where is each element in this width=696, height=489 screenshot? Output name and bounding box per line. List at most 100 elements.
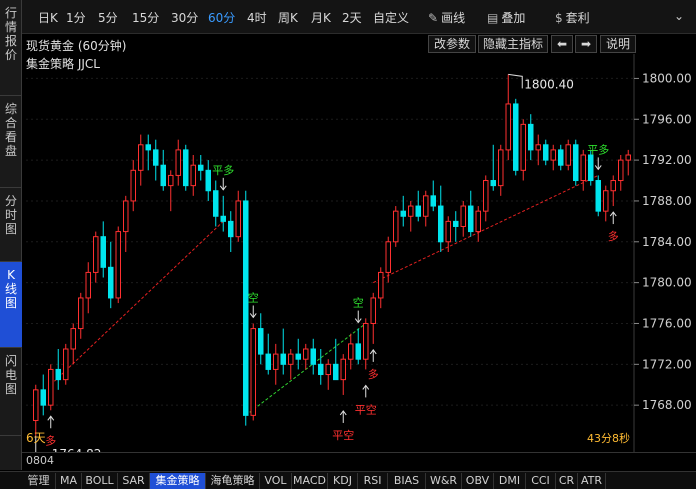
price-tick-label: 1788.00 [642,194,692,208]
indicator-tab-9[interactable]: RSI [358,473,388,489]
candle-body [550,149,556,161]
candle-body [265,353,271,370]
period-9[interactable]: 2天 [342,9,362,26]
money-bag-icon: $ [555,11,563,25]
edit-params-button[interactable]: 改参数 [428,35,476,53]
candle-body [288,353,294,365]
layers-icon: ▤ [487,11,499,25]
period-1[interactable]: 1分 [66,9,86,26]
period-3[interactable]: 15分 [132,9,159,26]
sidebar-tab-0[interactable]: 行情报价 [0,0,22,96]
indicator-tab-4[interactable]: 集金策略 [150,473,206,489]
period-6[interactable]: 4时 [247,9,267,26]
candle-body [483,180,489,212]
candle-body [558,149,564,166]
arbitrage-button[interactable]: $ 套利 [555,9,590,26]
indicator-tab-5[interactable]: 海龟策略 [206,473,260,489]
candle-body [468,205,474,233]
candle-body [490,180,496,187]
candle-body [423,195,429,217]
period-5[interactable]: 60分 [208,9,235,26]
draw-line-label: 画线 [441,11,466,25]
candle-body [340,358,346,381]
candle-body [588,154,594,182]
candle-body [573,144,579,182]
draw-line-button[interactable]: ✎ 画线 [428,9,465,26]
countdown-timer: 43分8秒 [587,431,630,445]
overlay-label: 叠加 [501,11,526,25]
period-8[interactable]: 月K [311,9,331,26]
indicator-tab-12[interactable]: OBV [462,473,494,489]
indicator-tab-10[interactable]: BIAS [388,473,426,489]
candle-body [498,149,504,187]
sidebar-tab-char: 闪 [4,354,17,368]
sidebar-tab-2[interactable]: 分时图 [0,188,22,262]
period-0[interactable]: 日K [38,9,58,26]
candle-body [528,123,534,151]
candle-body [603,190,609,212]
candlestick-chart[interactable]: 1768.00 1772.00 1776.00 1780.00 1784.00 1788.… [22,54,696,452]
candle-body [55,368,61,381]
indicator-tab-13[interactable]: DMI [494,473,526,489]
next-arrow-icon[interactable]: ➡ [575,35,597,53]
sidebar-tab-char: 情 [4,20,17,34]
candle-body [325,363,331,376]
price-tick-label: 1780.00 [642,276,692,290]
sidebar-tab-char: 图 [4,222,17,236]
price-tick-label: 1800.00 [642,71,692,85]
sidebar-tab-char: 图 [4,296,17,310]
overlay-button[interactable]: ▤ 叠加 [487,9,525,26]
candle-body [400,210,406,217]
hide-indicator-button[interactable]: 隐藏主指标 [478,35,548,53]
candle-body [625,154,631,161]
help-button[interactable]: 说明 [600,35,636,53]
indicator-tab-14[interactable]: CCI [526,473,556,489]
candle-body [565,144,571,166]
sidebar-tab-3[interactable]: K线图 [0,262,22,348]
period-4[interactable]: 30分 [171,9,198,26]
indicator-tab-0[interactable]: 管理 [22,473,56,489]
indicator-tab-7[interactable]: MACD [292,473,328,489]
indicator-tab-3[interactable]: SAR [118,473,150,489]
sidebar-tab-char: 价 [4,48,17,62]
candle-body [318,363,324,376]
sidebar-tab-char: 线 [4,282,17,296]
candle-body [475,210,481,233]
candle-body [430,195,436,207]
signal-label: 多 [368,367,379,381]
indicator-tab-11[interactable]: W&R [426,473,462,489]
candle-body [63,348,69,381]
price-tick-label: 1772.00 [642,357,692,371]
indicator-tab-2[interactable]: BOLL [82,473,118,489]
sidebar-tab-char: K [7,268,15,282]
sidebar-tab-1[interactable]: 综合看盘 [0,96,22,188]
sidebar-tab-4[interactable]: 闪电图 [0,348,22,436]
chevron-down-icon[interactable]: ⌄ [674,9,684,23]
signal-label: 平空 [355,402,377,416]
candle-body [303,348,309,360]
period-10[interactable]: 自定义 [373,9,409,26]
candle-body [363,322,369,360]
period-7[interactable]: 周K [278,9,298,26]
candle-body [70,328,76,350]
sidebar-tab-char: 电 [4,368,17,382]
candle-body [460,205,466,227]
indicator-tab-1[interactable]: MA [56,473,82,489]
period-2[interactable]: 5分 [98,9,118,26]
indicator-tab-6[interactable]: VOL [260,473,292,489]
date-label: 0804 [22,452,696,470]
candle-body [48,368,54,406]
indicator-tab-16[interactable]: ATR [578,473,606,489]
candle-body [123,200,129,233]
indicator-tab-15[interactable]: CR [556,473,578,489]
candle-body [543,144,549,161]
candle-body [520,123,526,171]
prev-arrow-icon[interactable]: ⬅ [551,35,573,53]
candle-body [408,205,414,217]
sidebar-tab-char: 行 [4,6,17,20]
sidebar-tab-char: 图 [4,382,17,396]
indicator-tab-8[interactable]: KDJ [328,473,358,489]
candle-body [153,149,159,166]
candle-body [235,200,241,238]
sidebar-tab-char: 时 [4,208,17,222]
